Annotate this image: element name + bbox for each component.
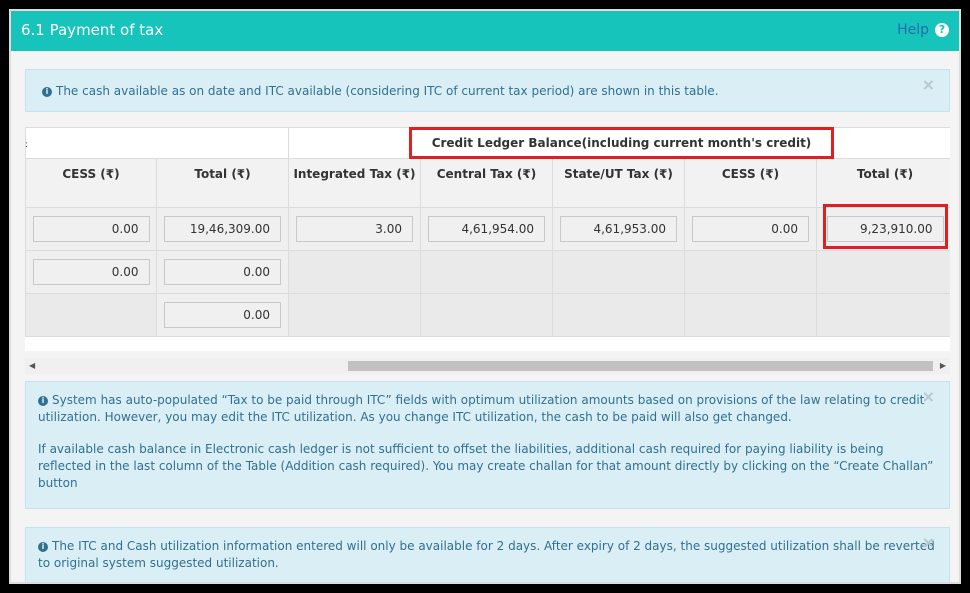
close-icon[interactable]: × [922, 76, 935, 93]
scroll-right-icon[interactable]: ▶ [940, 361, 946, 370]
close-icon[interactable]: × [922, 388, 935, 405]
info-icon: i [38, 396, 48, 406]
section-title: 6.1 Payment of tax [21, 21, 164, 39]
credit-cess-field[interactable]: 0.00 [692, 216, 809, 242]
scroll-left-icon[interactable]: ◀ [29, 361, 35, 370]
cash-total-field[interactable]: 0.00 [164, 259, 281, 285]
scrollbar-thumb[interactable] [348, 361, 933, 371]
header-integrated-tax: Integrated Tax (₹) [288, 158, 421, 208]
column-marker: : [25, 140, 29, 150]
alert-text: System has auto-populated “Tax to be pai… [38, 393, 925, 424]
credit-state-ut-tax-field[interactable]: 4,61,953.00 [560, 216, 677, 242]
close-icon[interactable]: × [922, 534, 935, 551]
info-alert-itc-utilization: i System has auto-populated “Tax to be pa… [25, 381, 950, 509]
info-alert-cash-itc: i The cash available as on date and ITC a… [25, 69, 950, 112]
credit-central-tax-field[interactable]: 4,61,954.00 [428, 216, 545, 242]
credit-ledger-balance-banner: Credit Ledger Balance(including current … [409, 127, 834, 159]
info-icon: i [42, 87, 52, 97]
alert-text: If available cash balance in Electronic … [38, 442, 934, 490]
table-row: 0.00 19,46,309.00 3.00 4,61,954.00 4,61,… [25, 207, 950, 251]
tax-table-scroll-area: CESS (₹) Total (₹) Integrated Tax (₹) Ce… [25, 127, 950, 351]
credit-integrated-tax-field[interactable]: 3.00 [296, 216, 413, 242]
header-total: Total (₹) [156, 158, 289, 208]
alert-text: The ITC and Cash utilization information… [38, 539, 935, 570]
header-state-ut-tax: State/UT Tax (₹) [552, 158, 685, 208]
info-icon: i [38, 542, 48, 552]
payment-of-tax-panel: 6.1 Payment of tax Help ? i The cash avai… [9, 9, 961, 584]
help-icon[interactable]: ? [935, 23, 949, 37]
header-credit-cess: CESS (₹) [684, 158, 817, 208]
horizontal-scrollbar[interactable]: ◀ ▶ [25, 358, 950, 374]
table-row: 0.00 0.00 [25, 250, 950, 294]
header-cess: CESS (₹) [25, 158, 157, 208]
group-header-left [25, 127, 289, 159]
cash-total-field[interactable]: 19,46,309.00 [164, 216, 281, 242]
cash-cess-field[interactable]: 0.00 [32, 216, 150, 242]
column-header-row: CESS (₹) Total (₹) Integrated Tax (₹) Ce… [25, 158, 950, 208]
section-content: i The cash available as on date and ITC a… [11, 51, 959, 582]
highlight-box [823, 204, 948, 249]
help-link[interactable]: Help [897, 22, 929, 38]
table-row: 0.00 [25, 293, 950, 337]
cash-cess-field[interactable]: 0.00 [32, 259, 150, 285]
info-alert-expiry: i The ITC and Cash utilization informatio… [25, 527, 950, 582]
section-header: 6.1 Payment of tax Help ? [11, 11, 959, 51]
header-central-tax: Central Tax (₹) [420, 158, 553, 208]
cash-total-field[interactable]: 0.00 [164, 302, 281, 328]
header-credit-total: Total (₹) [815, 158, 950, 208]
alert-text: The cash available as on date and ITC av… [56, 84, 719, 98]
